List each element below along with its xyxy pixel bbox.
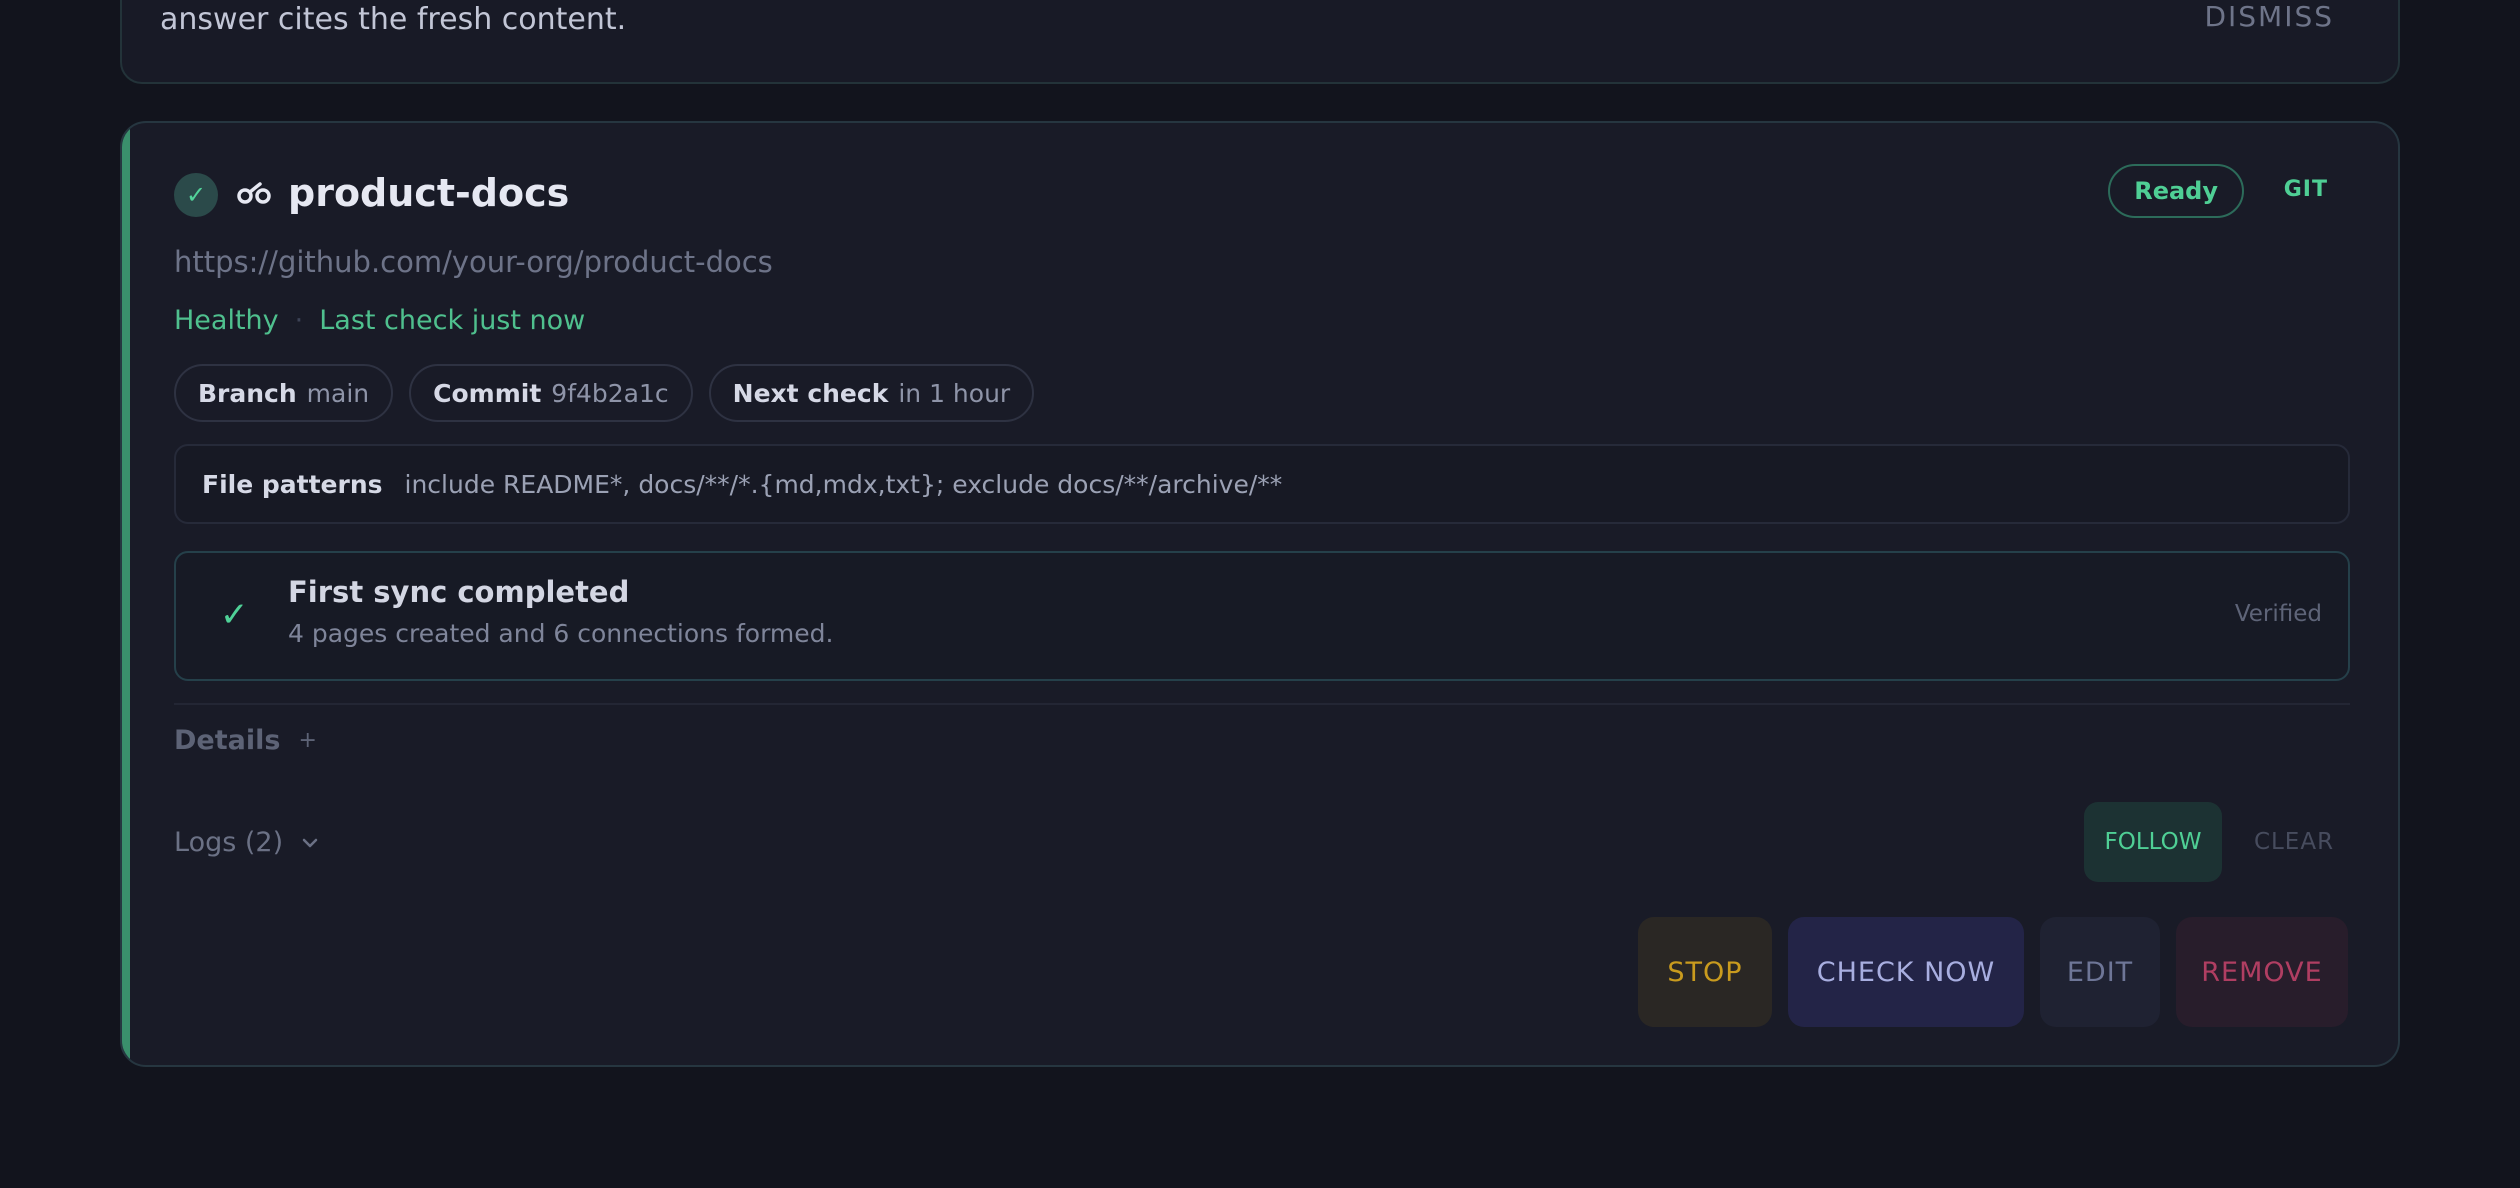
follow-logs-button[interactable]: FOLLOW: [2084, 802, 2222, 882]
details-toggle[interactable]: Details +: [174, 725, 317, 756]
file-patterns-value: include README*, docs/**/*.{md,mdx,txt};…: [404, 469, 1283, 499]
chip-next-check: Next check in 1 hour: [708, 364, 1035, 422]
source-card: ✓ product-docs Ready GIT https://github.…: [120, 121, 2400, 1067]
divider: [174, 703, 2350, 705]
sync-subtitle: 4 pages created and 6 connections formed…: [288, 619, 834, 648]
file-patterns-label: File patterns: [202, 469, 383, 499]
health-status: Healthy: [174, 305, 279, 336]
sync-title: First sync completed: [288, 575, 630, 609]
chevron-down-icon: [302, 838, 318, 847]
chip-commit: Commit 9f4b2a1c: [409, 364, 693, 422]
separator-dot: ·: [294, 305, 304, 336]
notice-banner: answer cites the fresh content. DISMISS: [120, 0, 2400, 84]
source-type-label: GIT: [2283, 177, 2328, 202]
chip-branch: Branch main: [174, 364, 394, 422]
edit-button[interactable]: EDIT: [2040, 917, 2160, 1027]
notice-text: answer cites the fresh content.: [160, 2, 627, 37]
chip-key: Commit: [433, 378, 542, 408]
last-check: Last check just now: [319, 305, 586, 336]
sync-state: Verified: [2234, 601, 2322, 627]
chip-value: 9f4b2a1c: [551, 378, 669, 408]
repo-name: product-docs: [288, 171, 570, 215]
meta-chips: Branch main Commit 9f4b2a1c Next check i…: [174, 364, 1035, 422]
sync-status: ✓ First sync completed 4 pages created a…: [174, 551, 2350, 681]
check-icon: ✓: [220, 595, 249, 635]
clear-logs-button[interactable]: CLEAR: [2234, 802, 2354, 882]
logs-toggle[interactable]: Logs (2): [174, 827, 321, 858]
repo-url: https://github.com/your-org/product-docs: [174, 245, 773, 279]
plus-icon: +: [298, 728, 317, 753]
chip-value: main: [306, 378, 370, 408]
health-line: Healthy · Last check just now: [174, 305, 585, 336]
chip-key: Next check: [732, 378, 889, 408]
logs-label: Logs (2): [174, 827, 284, 858]
dismiss-button[interactable]: DISMISS: [2204, 0, 2334, 33]
check-icon: ✓: [174, 173, 218, 217]
chip-value: in 1 hour: [898, 378, 1011, 408]
details-label: Details: [174, 725, 281, 756]
status-badge: Ready: [2108, 164, 2244, 218]
chip-key: Branch: [198, 378, 297, 408]
check-now-button[interactable]: CHECK NOW: [1788, 917, 2024, 1027]
action-bar: STOP CHECK NOW EDIT REMOVE: [1638, 917, 2348, 1027]
remove-button[interactable]: REMOVE: [2176, 917, 2348, 1027]
git-repo-icon: [237, 182, 271, 204]
stop-button[interactable]: STOP: [1638, 917, 1772, 1027]
file-patterns: File patterns include README*, docs/**/*…: [174, 444, 2350, 524]
